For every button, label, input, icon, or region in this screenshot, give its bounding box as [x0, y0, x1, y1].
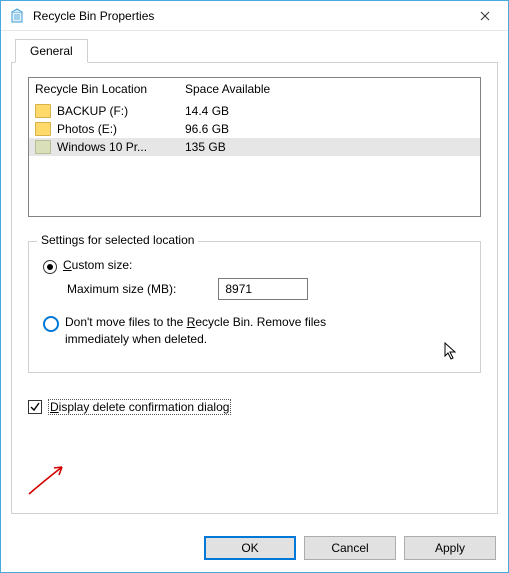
button-bar: OK Cancel Apply	[1, 524, 508, 572]
drive-space: 135 GB	[185, 140, 474, 154]
max-size-label: Maximum size (MB):	[67, 282, 176, 296]
drive-space: 96.6 GB	[185, 122, 474, 136]
radio-custom-label: Custom size:	[63, 258, 132, 272]
tabstrip: General	[11, 39, 498, 63]
list-item[interactable]: BACKUP (F:) 14.4 GB	[29, 102, 480, 120]
radio-dont-move[interactable]: Don't move files to the Recycle Bin. Rem…	[43, 314, 466, 348]
annotation-arrow-icon	[24, 461, 74, 497]
confirm-label: Display delete confirmation dialog	[48, 399, 231, 415]
tab-general[interactable]: General	[15, 39, 88, 63]
folder-icon	[35, 104, 51, 118]
titlebar: Recycle Bin Properties	[1, 1, 508, 31]
apply-button[interactable]: Apply	[404, 536, 496, 560]
drive-name: Windows 10 Pr...	[57, 140, 147, 154]
ok-button[interactable]: OK	[204, 536, 296, 560]
drive-listbox[interactable]: Recycle Bin Location Space Available BAC…	[28, 77, 481, 217]
list-header: Recycle Bin Location Space Available	[29, 78, 480, 102]
radio-custom-size[interactable]: Custom size:	[43, 258, 466, 274]
folder-icon	[35, 122, 51, 136]
max-size-row: Maximum size (MB):	[67, 278, 466, 300]
window-title: Recycle Bin Properties	[33, 9, 154, 23]
close-button[interactable]	[462, 1, 508, 31]
checkbox-confirm-delete[interactable]: Display delete confirmation dialog	[28, 399, 481, 415]
client-area: General Recycle Bin Location Space Avail…	[1, 31, 508, 524]
radio-icon	[43, 260, 57, 274]
folder-icon	[35, 140, 51, 154]
settings-groupbox: Settings for selected location Custom si…	[28, 241, 481, 373]
list-item[interactable]: Photos (E:) 96.6 GB	[29, 120, 480, 138]
header-location[interactable]: Recycle Bin Location	[35, 82, 185, 96]
group-label: Settings for selected location	[37, 233, 198, 247]
radio-dont-move-label: Don't move files to the Recycle Bin. Rem…	[65, 314, 326, 348]
recycle-bin-icon	[9, 8, 25, 24]
drive-name: Photos (E:)	[57, 122, 117, 136]
properties-window: Recycle Bin Properties General Recycle B…	[0, 0, 509, 573]
drive-space: 14.4 GB	[185, 104, 474, 118]
drive-name: BACKUP (F:)	[57, 104, 128, 118]
max-size-input[interactable]	[218, 278, 308, 300]
header-space[interactable]: Space Available	[185, 82, 474, 96]
list-item[interactable]: Windows 10 Pr... 135 GB	[29, 138, 480, 156]
radio-icon	[43, 316, 59, 332]
checkbox-icon	[28, 400, 42, 414]
cancel-button[interactable]: Cancel	[304, 536, 396, 560]
tab-pane-general: Recycle Bin Location Space Available BAC…	[11, 62, 498, 514]
